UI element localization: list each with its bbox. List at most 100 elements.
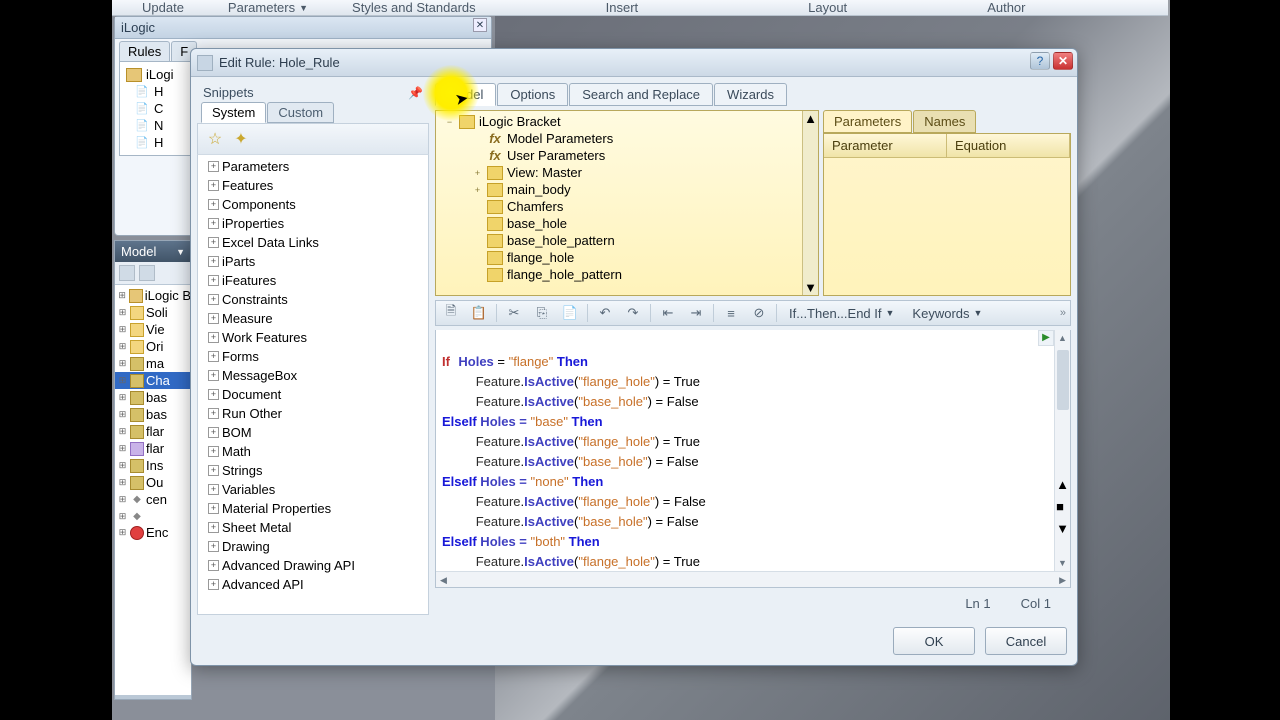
scroll-thumb[interactable] (1057, 350, 1069, 410)
snippet-category[interactable]: +Run Other (198, 404, 428, 423)
expand-icon[interactable]: + (208, 199, 219, 210)
code-editor[interactable]: If Holes = "flange" Then Feature.IsActiv… (435, 330, 1071, 588)
expand-icon[interactable]: + (208, 313, 219, 324)
pin-icon[interactable]: 📌 (408, 86, 423, 100)
snippet-category[interactable]: +Work Features (198, 328, 428, 347)
undo-icon[interactable]: ↶ (594, 303, 616, 323)
tab-options[interactable]: Options (497, 83, 568, 106)
browser-item[interactable]: ⊞iLogic B (115, 287, 191, 304)
browser-item[interactable]: ⊞ma (115, 355, 191, 372)
expand-icon[interactable]: + (208, 484, 219, 495)
snippet-category[interactable]: +iFeatures (198, 271, 428, 290)
code-scrollbar-v[interactable]: ▲▲■▼▼ (1054, 330, 1070, 571)
snippet-category[interactable]: +Components (198, 195, 428, 214)
tree-item[interactable]: fxUser Parameters (440, 147, 814, 164)
param-col-parameter[interactable]: Parameter (824, 134, 947, 157)
browser-item[interactable]: ⊞Enc (115, 524, 191, 541)
snippet-category[interactable]: +Advanced Drawing API (198, 556, 428, 575)
ribbon-parameters[interactable]: Parameters▼ (214, 0, 322, 15)
ribbon-styles[interactable]: Styles and Standards (322, 0, 506, 15)
collapse-icon[interactable]: − (444, 117, 455, 127)
snippet-category[interactable]: +Advanced API (198, 575, 428, 594)
scrollbar-v[interactable]: ▲▼ (802, 111, 818, 295)
snippet-category[interactable]: +Sheet Metal (198, 518, 428, 537)
run-icon[interactable]: ▶ (1038, 330, 1054, 346)
expand-icon[interactable]: + (208, 161, 219, 172)
expand-icon[interactable]: + (208, 408, 219, 419)
ribbon-insert[interactable]: Insert (576, 0, 669, 15)
snippet-category[interactable]: +Material Properties (198, 499, 428, 518)
tree-item[interactable]: +View: Master (440, 164, 814, 181)
cancel-button[interactable]: Cancel (985, 627, 1067, 655)
expand-icon[interactable]: + (208, 465, 219, 476)
expand-icon[interactable]: + (208, 522, 219, 533)
expand-icon[interactable]: + (208, 294, 219, 305)
model-browser-header[interactable]: Model▼ (115, 241, 191, 262)
tab-model[interactable]: Model (435, 83, 496, 106)
tree-item[interactable]: base_hole (440, 215, 814, 232)
browser-item[interactable]: ⊞Ori (115, 338, 191, 355)
ribbon-layout[interactable]: Layout (778, 0, 877, 15)
snippet-category[interactable]: +Document (198, 385, 428, 404)
snippet-category[interactable]: +Constraints (198, 290, 428, 309)
dialog-titlebar[interactable]: Edit Rule: Hole_Rule ? ✕ (191, 49, 1077, 77)
tool-icon[interactable]: 📋 (468, 303, 490, 323)
snippets-tab-custom[interactable]: Custom (267, 102, 334, 123)
expand-icon[interactable]: + (472, 168, 483, 178)
ifthen-dropdown[interactable]: If...Then...End If▼ (783, 303, 900, 323)
expand-icon[interactable]: + (208, 389, 219, 400)
expand-icon[interactable]: + (208, 541, 219, 552)
snippet-category[interactable]: +Measure (198, 309, 428, 328)
tab-search[interactable]: Search and Replace (569, 83, 713, 106)
comment-icon[interactable]: ⊘ (748, 303, 770, 323)
snippet-category[interactable]: +Strings (198, 461, 428, 480)
expand-icon[interactable]: + (208, 351, 219, 362)
expand-icon[interactable]: + (208, 579, 219, 590)
param-tab-parameters[interactable]: Parameters (823, 110, 912, 133)
browser-item[interactable]: ⊞bas (115, 389, 191, 406)
expand-icon[interactable]: + (208, 180, 219, 191)
snippet-category[interactable]: +Parameters (198, 157, 428, 176)
snippets-tab-system[interactable]: System (201, 102, 266, 123)
expand-icon[interactable]: + (208, 560, 219, 571)
redo-icon[interactable]: ↷ (622, 303, 644, 323)
expand-icon[interactable]: + (208, 237, 219, 248)
snippet-category[interactable]: +MessageBox (198, 366, 428, 385)
copy-icon[interactable]: ⎘ (531, 303, 553, 323)
scroll-down-icon[interactable]: ▼ (804, 280, 817, 295)
browser-item[interactable]: ⊞Soli (115, 304, 191, 321)
browser-item[interactable]: ⊞Ou (115, 474, 191, 491)
keywords-dropdown[interactable]: Keywords▼ (906, 303, 988, 323)
browser-item[interactable]: ⊞flar (115, 423, 191, 440)
help-button[interactable]: ? (1030, 52, 1050, 70)
favorite-icon[interactable]: ☆ (206, 130, 224, 148)
outdent-icon[interactable]: ⇤ (657, 303, 679, 323)
browser-item[interactable]: ⊞bas (115, 406, 191, 423)
tree-item[interactable]: Chamfers (440, 198, 814, 215)
tab-wizards[interactable]: Wizards (714, 83, 787, 106)
format-icon[interactable]: ≡ (720, 303, 742, 323)
expand-icon[interactable]: + (208, 218, 219, 229)
paste-icon[interactable]: 📄 (559, 303, 581, 323)
tree-item[interactable]: base_hole_pattern (440, 232, 814, 249)
favorite-add-icon[interactable]: ✦ (232, 130, 250, 148)
code-scrollbar-h[interactable]: ◀▶ (436, 571, 1070, 587)
ribbon-author[interactable]: Author (957, 0, 1055, 15)
param-tab-names[interactable]: Names (913, 110, 976, 133)
ilogic-tab-rules[interactable]: Rules (119, 41, 170, 61)
param-col-equation[interactable]: Equation (947, 134, 1070, 157)
browser-item[interactable]: ⊞Ins (115, 457, 191, 474)
ribbon-update[interactable]: Update (112, 0, 214, 15)
expand-icon[interactable]: + (208, 446, 219, 457)
tree-item[interactable]: fxModel Parameters (440, 130, 814, 147)
close-icon[interactable]: ✕ (473, 18, 487, 32)
browser-item[interactable]: ⊞◆ (115, 508, 191, 524)
tool-icon[interactable] (139, 265, 155, 281)
snippet-category[interactable]: +Variables (198, 480, 428, 499)
expand-icon[interactable]: + (208, 370, 219, 381)
snippet-category[interactable]: +Features (198, 176, 428, 195)
expand-icon[interactable]: + (208, 332, 219, 343)
tree-item[interactable]: flange_hole_pattern (440, 266, 814, 283)
browser-item[interactable]: ⊞◆cen (115, 491, 191, 508)
tree-root[interactable]: −iLogic Bracket (440, 113, 814, 130)
